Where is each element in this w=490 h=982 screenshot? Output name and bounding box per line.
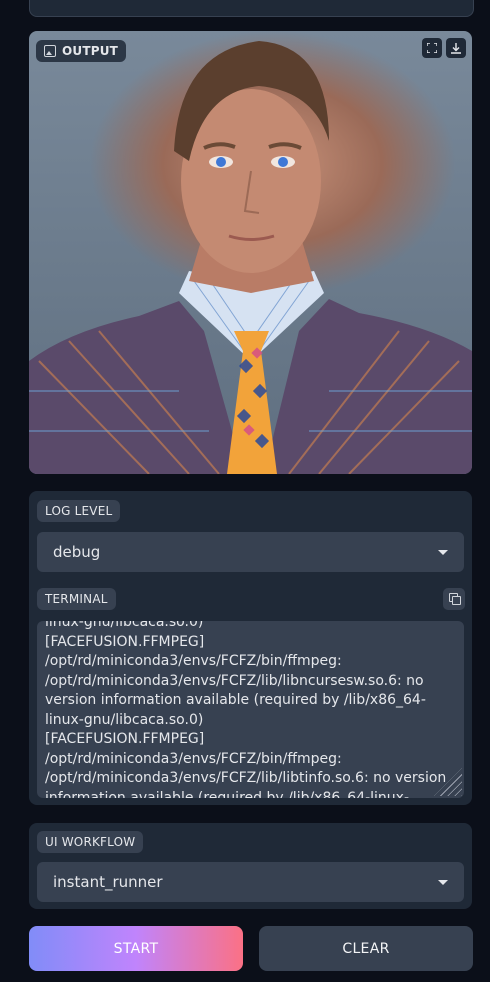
start-button[interactable]: START xyxy=(29,926,243,971)
terminal-text: linux-gnu/libcaca.so.0) [FACEFUSION.FFMP… xyxy=(45,621,447,798)
ui-workflow-label: UI WORKFLOW xyxy=(37,831,144,853)
copy-button[interactable] xyxy=(443,588,465,610)
previous-panel-bottom xyxy=(29,0,474,17)
chevron-down-icon xyxy=(438,879,448,885)
clear-button[interactable]: CLEAR xyxy=(259,926,473,971)
ui-workflow-dropdown[interactable]: instant_runner xyxy=(37,862,464,902)
output-label: OUTPUT xyxy=(36,40,127,62)
output-label-text: OUTPUT xyxy=(62,44,119,58)
image-icon xyxy=(44,45,56,57)
download-button[interactable] xyxy=(446,38,466,58)
output-image-panel: OUTPUT xyxy=(29,31,472,474)
fullscreen-button[interactable] xyxy=(422,38,442,58)
download-icon xyxy=(451,42,461,54)
log-level-label: LOG LEVEL xyxy=(37,500,121,522)
chevron-down-icon xyxy=(438,549,448,555)
ui-workflow-value: instant_runner xyxy=(53,873,163,891)
terminal-output[interactable]: linux-gnu/libcaca.so.0) [FACEFUSION.FFMP… xyxy=(37,621,464,798)
terminal-label: TERMINAL xyxy=(37,588,116,610)
output-image xyxy=(29,41,472,474)
log-level-value: debug xyxy=(53,543,101,561)
log-panel: LOG LEVEL debug TERMINAL linux-gnu/libca… xyxy=(29,491,472,805)
fullscreen-icon xyxy=(427,43,437,53)
log-level-dropdown[interactable]: debug xyxy=(37,532,464,572)
workflow-panel: UI WORKFLOW instant_runner xyxy=(29,823,472,909)
